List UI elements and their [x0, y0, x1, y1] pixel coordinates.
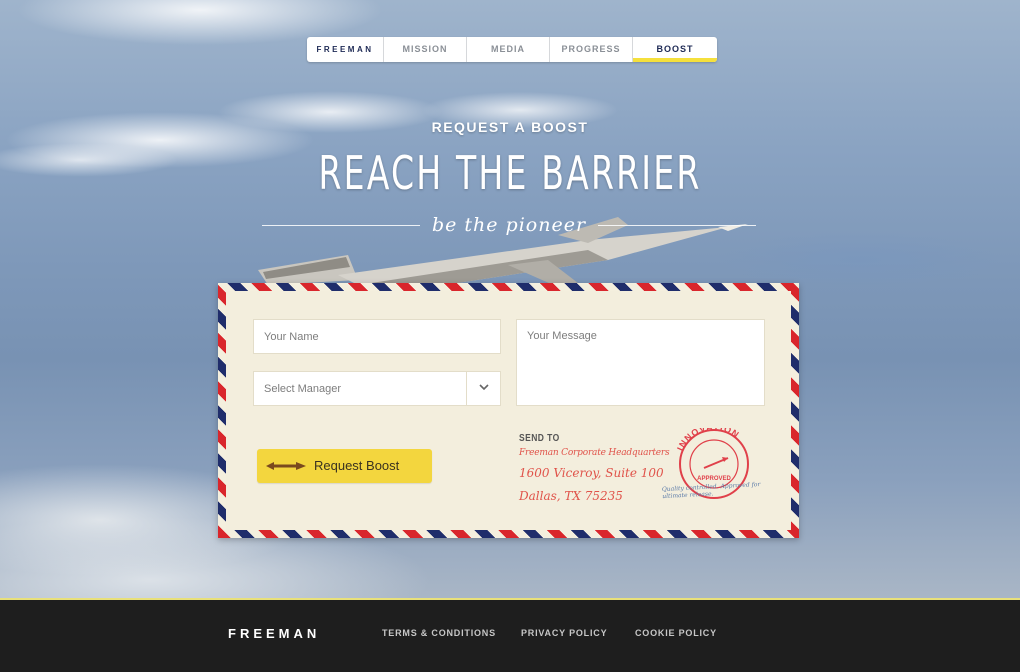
tab-progress[interactable]: PROGRESS — [550, 37, 633, 62]
stamp-center-text: APPROVED — [697, 476, 731, 482]
tagline-rule-right — [598, 225, 756, 226]
address-line-3: Dallas, TX 75235 — [519, 489, 623, 503]
request-boost-button[interactable]: Request Boost — [257, 449, 432, 483]
message-textarea[interactable]: Your Message — [516, 319, 765, 406]
tagline-rule-left — [262, 225, 420, 226]
send-to-label: SEND TO — [519, 433, 560, 444]
manager-select-value: Select Manager — [264, 383, 342, 395]
tab-mission[interactable]: MISSION — [384, 37, 467, 62]
address-line-1: Freeman Corporate Headquarters — [519, 448, 670, 458]
envelope-form-card: Your Name Your Message Select Manager Re… — [218, 283, 799, 538]
tagline: be the pioneer — [431, 214, 587, 236]
tab-boost[interactable]: BOOST — [633, 37, 717, 62]
footer-link-terms[interactable]: TERMS & CONDITIONS — [382, 628, 496, 638]
manager-select[interactable]: Select Manager — [253, 371, 501, 406]
address-line-2: 1600 Viceroy, Suite 100 — [519, 466, 664, 480]
top-nav: FREEMAN MISSION MEDIA PROGRESS BOOST — [307, 37, 717, 62]
footer-brand-logo[interactable]: FREEMAN — [228, 626, 320, 641]
tab-boost-label: BOOST — [656, 44, 694, 54]
page-kicker: REQUEST A BOOST — [431, 119, 589, 135]
dart-icon — [266, 462, 306, 470]
chevron-down-icon[interactable] — [466, 372, 500, 405]
tab-media[interactable]: MEDIA — [467, 37, 550, 62]
footer: FREEMAN TERMS & CONDITIONS PRIVACY POLIC… — [0, 598, 1020, 672]
nav-brand-logo[interactable]: FREEMAN — [307, 37, 384, 62]
name-input[interactable]: Your Name — [253, 319, 501, 354]
envelope-paper: Your Name Your Message Select Manager Re… — [226, 291, 791, 530]
footer-link-cookie[interactable]: COOKIE POLICY — [635, 628, 717, 638]
footer-link-privacy[interactable]: PRIVACY POLICY — [521, 628, 607, 638]
page-title: REACH THE BARRIER — [318, 146, 702, 200]
request-boost-label: Request Boost — [314, 458, 400, 473]
active-tab-indicator — [633, 58, 717, 62]
